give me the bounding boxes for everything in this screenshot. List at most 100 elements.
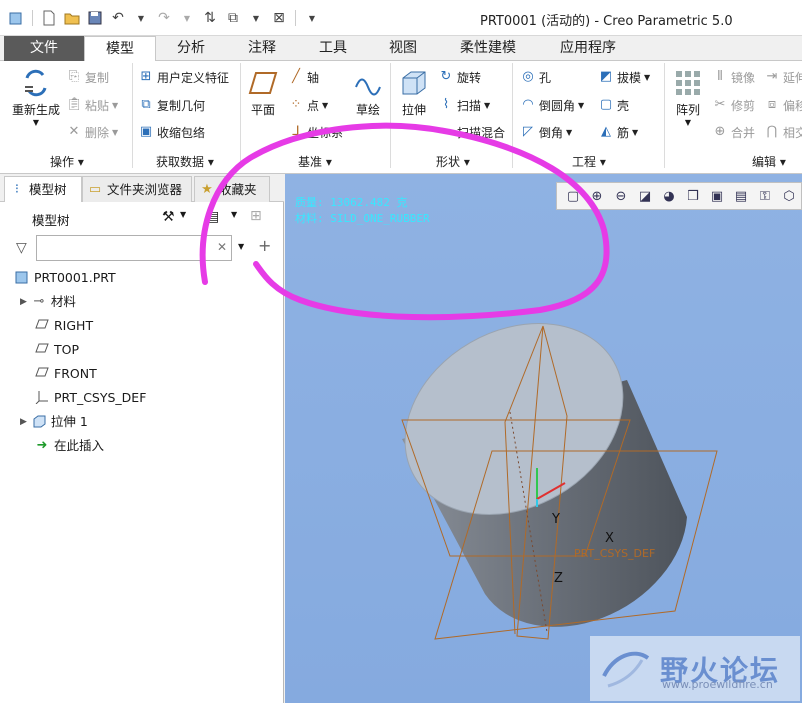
- axis-label-y: Y: [551, 512, 560, 527]
- pattern-button[interactable]: 阵列 ▼: [670, 67, 706, 127]
- tree-item-material[interactable]: ▶ ⊸ 材料: [20, 291, 76, 313]
- tab-annotate[interactable]: 注释: [226, 36, 298, 61]
- tab-flexible-modeling[interactable]: 柔性建模: [438, 36, 538, 61]
- shrinkwrap-button[interactable]: ▣ 收缩包络: [138, 122, 205, 142]
- title-bar: ↶ ▼ ↷ ▼ ⇅ ⧉ ▼ ⊠ ▼ PRT0001 (活动的) - Creo P…: [0, 0, 802, 36]
- show-dropdown-icon[interactable]: ▼: [231, 210, 237, 219]
- copy-geometry-button[interactable]: ⧉ 复制几何: [138, 95, 205, 115]
- sketch-button[interactable]: 草绘: [350, 67, 386, 118]
- tab-file[interactable]: 文件: [4, 36, 84, 61]
- merge-icon: ⊕: [714, 124, 726, 139]
- axis-label-x: X: [605, 531, 614, 546]
- redo-icon[interactable]: ↷: [154, 8, 174, 28]
- tree-item-top[interactable]: TOP: [34, 339, 79, 361]
- extend-button[interactable]: ⇥ 延伸: [764, 67, 802, 87]
- search-dropdown-icon[interactable]: ▼: [238, 242, 244, 251]
- offset-icon: ⧈: [767, 97, 777, 112]
- group-label-shapes[interactable]: 形状 ▾: [436, 153, 470, 171]
- csys-icon: ⅃: [292, 124, 300, 139]
- intersect-button[interactable]: ⋂ 相交: [764, 122, 802, 142]
- filter-icon[interactable]: ▽: [16, 240, 27, 256]
- axis-button[interactable]: ╱ 轴: [288, 67, 319, 87]
- trim-icon: ✂: [714, 97, 726, 112]
- hole-icon: ◎: [522, 69, 534, 84]
- tab-model-tree[interactable]: ⁝ 模型树: [4, 176, 82, 203]
- group-label-engineering[interactable]: 工程 ▾: [572, 153, 606, 171]
- plane-button[interactable]: 平面: [244, 67, 282, 118]
- intersect-icon: ⋂: [766, 124, 778, 139]
- group-label-editing[interactable]: 编辑 ▾: [752, 153, 786, 171]
- udf-button[interactable]: ⊞ 用户定义特征: [138, 67, 229, 87]
- draft-button[interactable]: ◩ 拔模 ▼: [598, 67, 650, 87]
- tab-favorites[interactable]: ★ 收藏夹: [194, 176, 270, 202]
- copy-button[interactable]: ⎘ 复制: [66, 67, 109, 87]
- sweep-button[interactable]: ⌇ 扫描 ▼: [438, 95, 490, 115]
- tree-item-root[interactable]: PRT0001.PRT: [14, 267, 116, 289]
- expand-arrow-icon[interactable]: ▶: [20, 291, 27, 313]
- tab-model[interactable]: 模型: [84, 36, 156, 62]
- clear-search-icon[interactable]: ✕: [217, 240, 227, 254]
- tree-filter-options-icon[interactable]: ⊞: [250, 208, 262, 224]
- tab-view[interactable]: 视图: [368, 36, 438, 61]
- undo-dropdown-icon[interactable]: ▼: [131, 8, 151, 28]
- tree-search-input[interactable]: ✕: [36, 235, 232, 261]
- undo-icon[interactable]: ↶: [108, 8, 128, 28]
- revolve-button[interactable]: ↻ 旋转: [438, 67, 481, 87]
- point-button[interactable]: ⁘ 点 ▼: [288, 95, 329, 115]
- mirror-button[interactable]: ⫴ 镜像: [712, 67, 755, 87]
- save-icon[interactable]: [85, 8, 105, 28]
- new-file-icon[interactable]: [39, 8, 59, 28]
- tree-item-csys[interactable]: PRT_CSYS_DEF: [34, 387, 146, 409]
- csys-button[interactable]: ⅃ 坐标系: [288, 122, 343, 142]
- tab-tools[interactable]: 工具: [298, 36, 368, 61]
- tab-folder-browser[interactable]: ▭ 文件夹浏览器: [82, 176, 192, 202]
- favorites-icon: ★: [201, 181, 213, 197]
- shrinkwrap-icon: ▣: [139, 124, 153, 139]
- tree-item-right[interactable]: RIGHT: [34, 315, 93, 337]
- swept-blend-button[interactable]: ⌁ 扫描混合: [438, 122, 505, 142]
- tree-search-field[interactable]: [41, 237, 211, 259]
- graphics-viewport[interactable]: 质量: 13062.482 克 材料: SILD_ONE_RUBBER ▢ ⊕ …: [285, 174, 802, 703]
- sweep-icon: ⌇: [442, 97, 450, 112]
- ribbon: 重新生成 ▼ ⎘ 复制 📋︎ 粘贴 ▼ ✕ 删除 ▼ 操作 ▾ ⊞ 用户定义特征 ⧉ 复制几何…: [0, 61, 802, 174]
- swept-blend-icon: ⌁: [442, 124, 450, 139]
- rib-button[interactable]: ◭ 筋 ▼: [598, 122, 638, 142]
- offset-button[interactable]: ⧈ 偏移: [764, 95, 802, 115]
- customize-qat-icon[interactable]: ▼: [302, 8, 322, 28]
- delete-button[interactable]: ✕ 删除 ▼: [66, 122, 119, 142]
- extrude-button[interactable]: 拉伸: [396, 67, 432, 118]
- show-options-icon[interactable]: ▤: [206, 209, 219, 225]
- paste-button[interactable]: 📋︎ 粘贴 ▼: [66, 95, 118, 115]
- round-button[interactable]: ◠ 倒圆角 ▼: [520, 95, 584, 115]
- regenerate-button[interactable]: 重新生成 ▼: [8, 67, 64, 127]
- tree-item-extrude[interactable]: ▶ 拉伸 1: [20, 411, 88, 433]
- watermark: 野火论坛 www.proewildfire.cn: [590, 636, 800, 701]
- paste-icon: 📋︎: [66, 97, 83, 112]
- axis-icon: ╱: [292, 69, 300, 84]
- open-folder-icon[interactable]: [62, 8, 82, 28]
- add-filter-icon[interactable]: +: [258, 236, 271, 255]
- chamfer-button[interactable]: ◸ 倒角 ▼: [520, 122, 572, 142]
- windows-dropdown-icon[interactable]: ▼: [246, 8, 266, 28]
- tree-item-insert-here[interactable]: ➜ 在此插入: [34, 435, 104, 457]
- expand-arrow-icon[interactable]: ▶: [20, 411, 27, 433]
- windows-icon[interactable]: ⧉: [223, 8, 243, 28]
- hole-button[interactable]: ◎ 孔: [520, 67, 551, 87]
- redo-dropdown-icon[interactable]: ▼: [177, 8, 197, 28]
- app-icon[interactable]: [6, 8, 26, 28]
- tree-item-front[interactable]: FRONT: [34, 363, 97, 385]
- regenerate-small-icon[interactable]: ⇅: [200, 8, 220, 28]
- shell-button[interactable]: ▢ 壳: [598, 95, 629, 115]
- group-label-datum[interactable]: 基准 ▾: [298, 153, 332, 171]
- round-icon: ◠: [522, 97, 534, 112]
- shell-icon: ▢: [599, 97, 613, 112]
- tab-analysis[interactable]: 分析: [156, 36, 226, 61]
- group-label-get-data[interactable]: 获取数据 ▾: [156, 153, 214, 171]
- settings-tools-icon[interactable]: ⚒: [162, 209, 175, 225]
- trim-button[interactable]: ✂ 修剪: [712, 95, 755, 115]
- tab-applications[interactable]: 应用程序: [538, 36, 638, 61]
- merge-button[interactable]: ⊕ 合并: [712, 122, 755, 142]
- group-label-operations[interactable]: 操作 ▾: [50, 153, 84, 171]
- settings-dropdown-icon[interactable]: ▼: [180, 210, 186, 219]
- close-window-icon[interactable]: ⊠: [269, 8, 289, 28]
